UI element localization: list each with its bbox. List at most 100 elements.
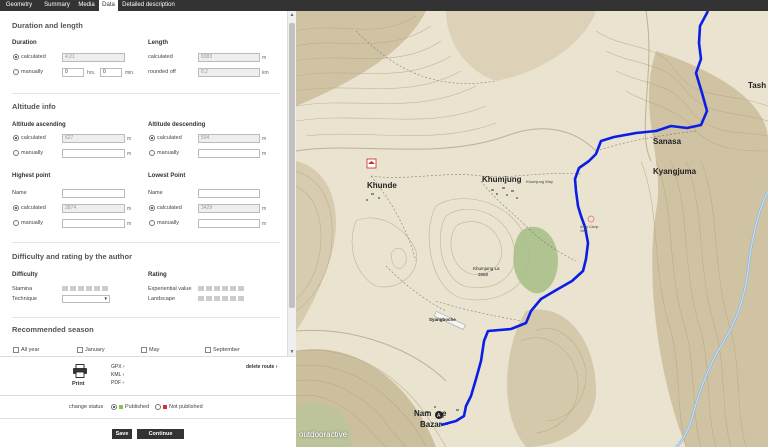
duration-hours-input[interactable]: 0 (62, 68, 84, 77)
highest-manual-unit: m (127, 221, 132, 227)
scroll-up-arrow[interactable]: ▲ (288, 12, 296, 18)
tab-detailed-description[interactable]: Detailed description (121, 0, 176, 11)
hours-unit: hrs. (87, 70, 96, 76)
map-label-khumjung-la: Khumjung La (473, 266, 500, 271)
continue-button[interactable]: Continue (137, 429, 184, 439)
rating-square[interactable] (206, 296, 212, 301)
season-checkbox-january[interactable] (77, 347, 83, 353)
tab-summary[interactable]: Summary (40, 0, 74, 11)
tab-data[interactable]: Data (99, 0, 118, 11)
length-calculated-unit: m (262, 55, 267, 61)
rating-square[interactable] (222, 286, 228, 291)
rating-square[interactable] (86, 286, 92, 291)
descending-manually-radio[interactable] (149, 150, 155, 156)
rating-square[interactable] (94, 286, 100, 291)
data-form-panel: Duration and length Duration calculated … (0, 11, 287, 356)
lowest-manual-input[interactable] (198, 219, 260, 228)
highest-calculated-radio[interactable] (13, 205, 19, 211)
tab-bar: Geometry Summary Media Data Detailed des… (0, 0, 768, 11)
length-rounded-label: rounded off (148, 69, 176, 75)
divider (0, 395, 296, 396)
rating-square[interactable] (230, 296, 236, 301)
rating-square[interactable] (198, 296, 204, 301)
ascending-calculated-field: 627 (62, 134, 125, 143)
ascending-calculated-radio[interactable] (13, 135, 19, 141)
lowest-calculated-radio[interactable] (149, 205, 155, 211)
change-status-label: change status (69, 404, 104, 410)
rating-square[interactable] (206, 286, 212, 291)
export-gpx-link[interactable]: GPX › (111, 364, 125, 370)
duration-minutes-input[interactable]: 0 (100, 68, 122, 77)
season-checkbox-all-year[interactable] (13, 347, 19, 353)
tab-geometry[interactable]: Geometry (0, 0, 38, 11)
scroll-down-arrow[interactable]: ▼ (288, 349, 296, 355)
print-label[interactable]: Print (72, 381, 85, 387)
rating-square[interactable] (238, 296, 244, 301)
duration-label: Duration (12, 40, 37, 46)
rating-square[interactable] (238, 286, 244, 291)
export-kml-link[interactable]: KML › (111, 372, 124, 378)
rating-label: Rating (148, 272, 167, 278)
rating-square[interactable] (230, 286, 236, 291)
map-label-elevation: 3868 (478, 272, 489, 277)
descending-manual-input[interactable] (198, 149, 260, 158)
scrollbar-thumb[interactable] (289, 23, 295, 308)
season-checkbox-may[interactable] (141, 347, 147, 353)
highest-name-input[interactable] (62, 189, 125, 198)
rating-square[interactable] (62, 286, 68, 291)
rating-square[interactable] (214, 286, 220, 291)
duration-calculated-label: calculated (21, 54, 46, 60)
rating-square[interactable] (78, 286, 84, 291)
technique-select[interactable]: ▾ (62, 295, 110, 303)
status-not-published-radio[interactable] (155, 404, 161, 410)
hut-icon (366, 158, 377, 169)
rating-square[interactable] (222, 296, 228, 301)
lowest-manual-unit: m (262, 221, 267, 227)
season-label-all-year: All year (21, 347, 40, 353)
highest-manually-radio[interactable] (13, 220, 19, 226)
rating-square[interactable] (214, 296, 220, 301)
descending-calculated-radio[interactable] (149, 135, 155, 141)
ascending-manually-radio[interactable] (13, 150, 19, 156)
status-not-published-label: Not published (169, 404, 203, 410)
divider (12, 317, 280, 318)
section-title-season: Recommended season (12, 325, 94, 334)
length-rounded-field[interactable]: 8.2 (198, 68, 260, 77)
delete-route-link[interactable]: delete route › (246, 364, 277, 370)
form-footer: Print GPX › KML › PDF › delete route › c… (0, 356, 296, 447)
not-published-indicator-icon (163, 405, 167, 409)
lowest-name-input[interactable] (198, 189, 260, 198)
tab-media[interactable]: Media (74, 0, 99, 11)
export-pdf-link[interactable]: PDF › (111, 380, 124, 386)
experiential-value-label: Experiential value (148, 286, 192, 292)
rating-square[interactable] (198, 286, 204, 291)
divider (12, 93, 280, 94)
status-published-radio[interactable] (111, 404, 117, 410)
duration-calculated-radio[interactable] (13, 54, 19, 60)
rating-square[interactable] (102, 286, 108, 291)
length-calculated-field: 8383 (198, 53, 260, 62)
lowest-manually-label: manually (157, 220, 180, 226)
highest-manual-input[interactable] (62, 219, 125, 228)
highest-name-label: Name (12, 190, 27, 196)
save-button[interactable]: Save (112, 429, 132, 439)
map-view[interactable]: A Khunde Khumjung Sanasa Kyangjuma Tash … (296, 11, 768, 447)
map-attribution-logo: outdooractive (299, 430, 348, 439)
published-indicator-icon (119, 405, 123, 409)
map-label-tash: Tash (748, 81, 767, 90)
print-button[interactable] (72, 364, 88, 378)
map-label-khunde: Khunde (367, 181, 397, 190)
map-label-e: e (442, 409, 447, 418)
panel-scrollbar[interactable]: ▲ ▼ (287, 11, 296, 356)
lowest-unit: m (262, 206, 267, 212)
highest-manually-label: manually (21, 220, 44, 226)
divider (0, 356, 296, 357)
ascending-manually-label: manually (21, 150, 44, 156)
ascending-manual-input[interactable] (62, 149, 125, 158)
duration-manually-radio[interactable] (13, 69, 19, 75)
season-checkbox-september[interactable] (205, 347, 211, 353)
rating-square[interactable] (70, 286, 76, 291)
lowest-manually-radio[interactable] (149, 220, 155, 226)
chevron-down-icon: ▾ (104, 296, 107, 302)
map-label-khumjung: Khumjung (482, 175, 522, 184)
